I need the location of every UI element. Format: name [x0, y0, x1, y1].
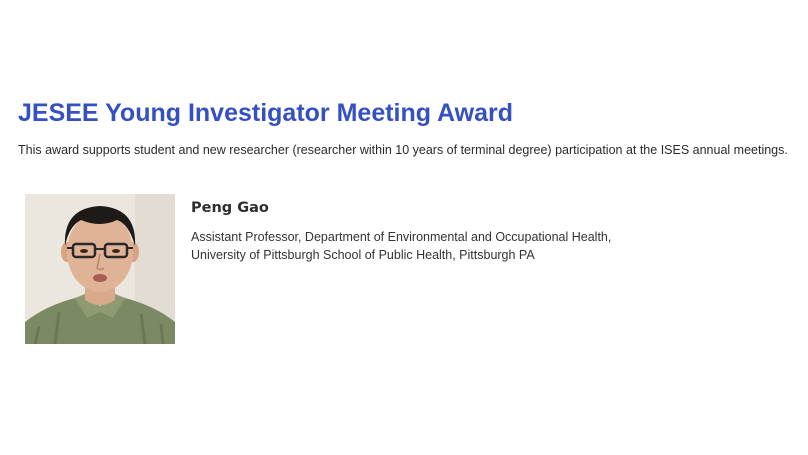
portrait-photo-image: [25, 194, 175, 344]
affiliation-line-2: University of Pittsburgh School of Publi…: [191, 248, 535, 262]
recipient-photo: [25, 194, 175, 344]
award-title: JESEE Young Investigator Meeting Award: [18, 99, 514, 127]
award-description: This award supports student and new rese…: [18, 143, 788, 157]
recipient-name: Peng Gao: [191, 200, 269, 216]
affiliation-line-1: Assistant Professor, Department of Envir…: [191, 230, 612, 244]
recipient-affiliation: Assistant Professor, Department of Envir…: [191, 228, 611, 264]
